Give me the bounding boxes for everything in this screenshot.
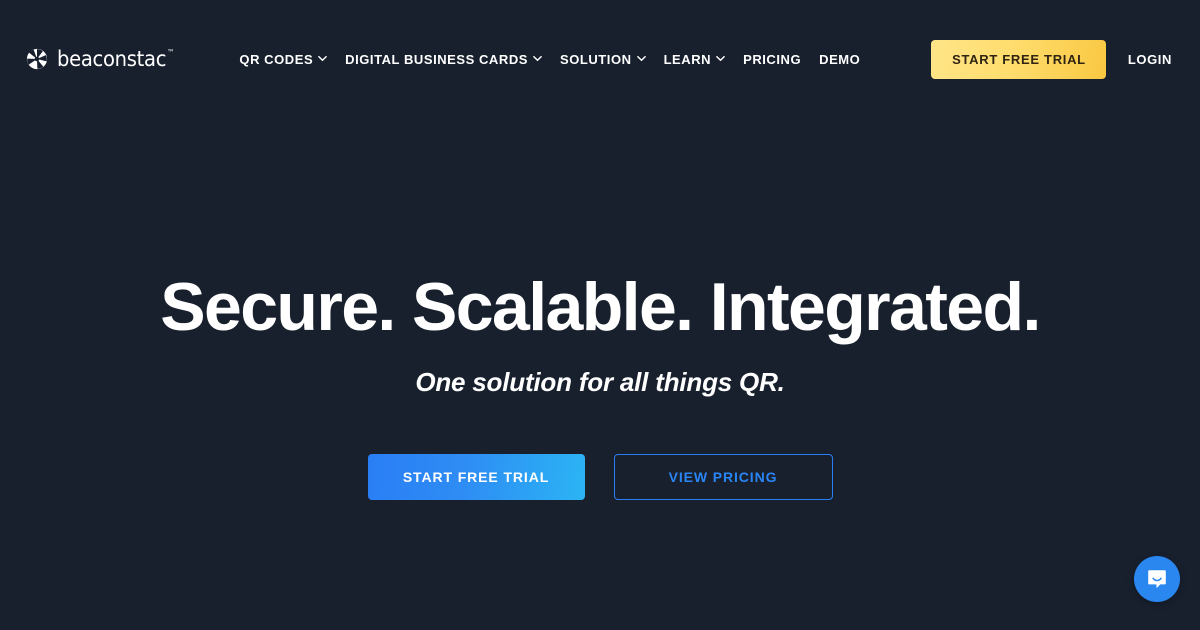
nav-item-label: DEMO <box>819 51 861 67</box>
chevron-down-icon <box>318 54 327 63</box>
chevron-down-icon <box>533 54 542 63</box>
hero-subheadline: One solution for all things QR. <box>415 366 785 397</box>
site-header: beaconstac™ QR CODES DIGITAL BUSINESS CA… <box>0 0 1200 118</box>
nav-item-pricing[interactable]: PRICING <box>734 45 810 74</box>
nav-item-demo[interactable]: DEMO <box>810 45 869 74</box>
chat-bubble-icon <box>1145 567 1169 591</box>
nav-item-learn[interactable]: LEARN <box>655 45 735 74</box>
chevron-down-icon <box>716 54 725 63</box>
login-link[interactable]: LOGIN <box>1126 46 1174 73</box>
hero-start-free-trial-button[interactable]: START FREE TRIAL <box>367 453 585 500</box>
nav-item-label: DIGITAL BUSINESS CARDS <box>345 51 528 67</box>
nav-item-label: SOLUTION <box>559 51 632 67</box>
nav-item-label: QR CODES <box>239 51 314 67</box>
hero-headline: Secure. Scalable. Integrated. <box>160 269 1041 345</box>
hero-cta-group: START FREE TRIAL VIEW PRICING <box>367 453 833 500</box>
chat-launcher-button[interactable] <box>1134 556 1180 602</box>
nav-item-label: LEARN <box>663 51 712 67</box>
nav-item-solution[interactable]: SOLUTION <box>551 45 655 74</box>
nav-item-qr-codes[interactable]: QR CODES <box>230 45 336 74</box>
brand-trademark-symbol: ™ <box>167 47 175 57</box>
header-start-free-trial-button[interactable]: START FREE TRIAL <box>931 39 1106 79</box>
brand-name-text: beaconstac <box>57 46 167 71</box>
brand-wordmark: beaconstac™ <box>57 46 175 71</box>
beaconstac-pinwheel-logo-icon <box>26 48 48 70</box>
hero-section: Secure. Scalable. Integrated. One soluti… <box>0 118 1200 630</box>
header-actions: START FREE TRIAL LOGIN <box>931 39 1174 79</box>
brand-logo-link[interactable]: beaconstac™ <box>26 48 182 70</box>
chevron-down-icon <box>636 54 646 63</box>
hero-view-pricing-button[interactable]: VIEW PRICING <box>613 453 833 500</box>
main-navigation: QR CODES DIGITAL BUSINESS CARDS SOLUTION… <box>230 45 931 74</box>
nav-item-label: PRICING <box>743 51 802 67</box>
nav-item-digital-business-cards[interactable]: DIGITAL BUSINESS CARDS <box>336 45 551 74</box>
